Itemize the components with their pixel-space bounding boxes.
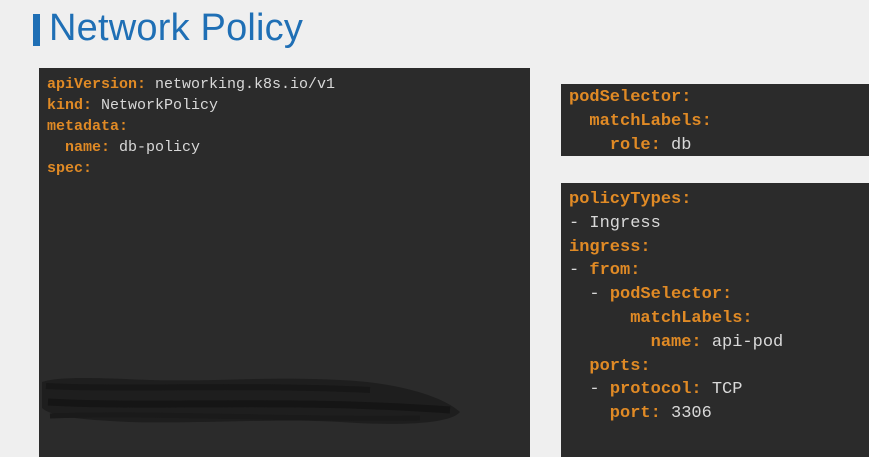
- yaml-key: from:: [589, 261, 641, 281]
- yaml-key: port:: [569, 404, 661, 424]
- yaml-value: db: [660, 135, 692, 155]
- yaml-line-from: - from:: [569, 259, 869, 283]
- yaml-key: name:: [569, 332, 702, 352]
- yaml-line-metadata: metadata:: [47, 116, 530, 137]
- yaml-line-podselector: podSelector:: [569, 86, 869, 110]
- yaml-line-spec: spec:: [47, 158, 530, 179]
- yaml-key: apiVersion:: [47, 76, 147, 93]
- yaml-line-from-podselector: - podSelector:: [569, 283, 869, 307]
- yaml-key: role:: [569, 135, 661, 155]
- yaml-key: podSelector:: [609, 285, 733, 305]
- page-title: Network Policy: [49, 7, 304, 49]
- yaml-value: api-pod: [701, 332, 784, 352]
- yaml-line-protocol: - protocol: TCP: [569, 378, 869, 402]
- yaml-line-ingress-type: - Ingress: [569, 212, 869, 236]
- yaml-value: networking.k8s.io/v1: [146, 76, 336, 93]
- yaml-dash: -: [569, 285, 610, 305]
- title-accent-bar: [33, 14, 40, 46]
- yaml-line-port: port: 3306: [569, 402, 869, 426]
- yaml-key: policyTypes:: [569, 190, 692, 209]
- yaml-key: protocol:: [609, 380, 702, 400]
- yaml-code-panel-podselector: podSelector: matchLabels: role: db: [561, 84, 869, 156]
- yaml-line-ports: ports:: [569, 355, 869, 379]
- yaml-dash: -: [569, 380, 610, 400]
- yaml-key: name:: [47, 139, 111, 156]
- yaml-key: kind:: [47, 97, 93, 114]
- yaml-line-kind: kind: NetworkPolicy: [47, 95, 530, 116]
- yaml-line-role: role: db: [569, 134, 869, 158]
- yaml-key: metadata:: [47, 118, 129, 135]
- yaml-key: spec:: [47, 160, 93, 177]
- yaml-value: 3306: [660, 404, 712, 424]
- redaction-scribble: [42, 378, 460, 424]
- yaml-key: ingress:: [569, 237, 651, 257]
- yaml-dash: -: [569, 213, 590, 233]
- yaml-value: db-policy: [110, 139, 201, 156]
- yaml-key: ports:: [569, 356, 651, 376]
- yaml-line-policytypes: policyTypes:: [569, 188, 869, 212]
- yaml-value: TCP: [701, 380, 743, 400]
- yaml-dash: -: [569, 261, 590, 281]
- yaml-key: podSelector:: [569, 88, 692, 107]
- yaml-line-apiversion: apiVersion: networking.k8s.io/v1: [47, 74, 530, 95]
- yaml-value: NetworkPolicy: [92, 97, 219, 114]
- yaml-key: matchLabels:: [569, 111, 712, 131]
- yaml-code-panel-ingress: policyTypes: - Ingress ingress: - from: …: [561, 183, 869, 457]
- yaml-value: Ingress: [589, 213, 661, 233]
- yaml-key: matchLabels:: [569, 308, 753, 328]
- yaml-line-from-matchlabels: matchLabels:: [569, 307, 869, 331]
- yaml-line-matchlabels: matchLabels:: [569, 110, 869, 134]
- yaml-line-from-name: name: api-pod: [569, 331, 869, 355]
- yaml-line-name: name: db-policy: [47, 137, 530, 158]
- yaml-line-ingress: ingress:: [569, 236, 869, 260]
